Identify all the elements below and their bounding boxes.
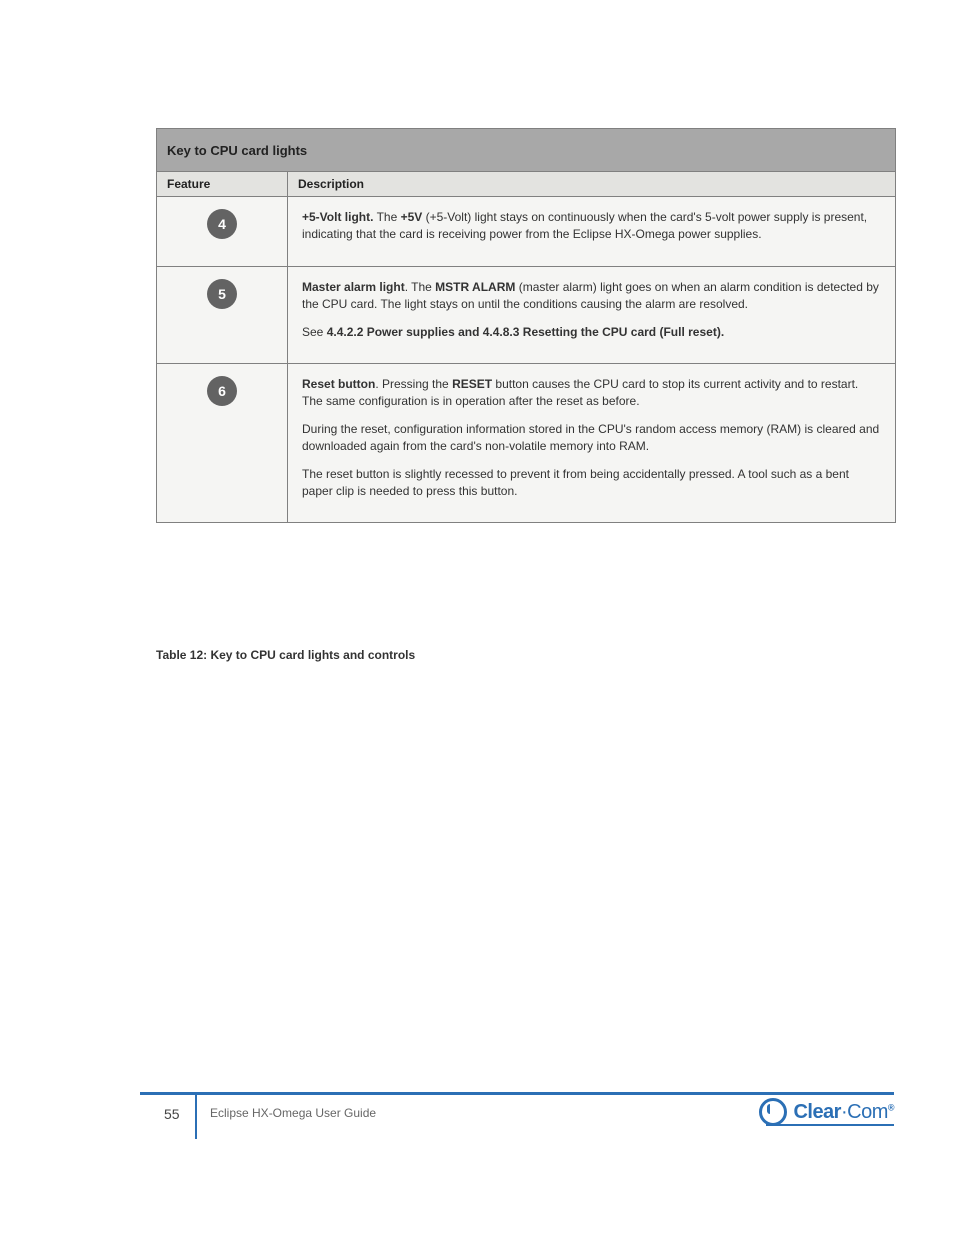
table-row: 5 Master alarm light. The MSTR ALARM (mas…: [157, 266, 896, 363]
feature-cell: 5: [157, 266, 288, 363]
feature-number-badge: 5: [207, 279, 237, 309]
brand-underline: [766, 1124, 894, 1126]
table-title: Key to CPU card lights: [157, 129, 896, 172]
description-cell: Master alarm light. The MSTR ALARM (mast…: [288, 266, 896, 363]
col-header-feature: Feature: [157, 172, 288, 197]
table-row: 6 Reset button. Pressing the RESET button…: [157, 363, 896, 522]
feature-cell: 4: [157, 197, 288, 267]
page: Key to CPU card lights Feature Descripti…: [0, 0, 954, 1235]
brand-text: Clear·Com®: [793, 1101, 894, 1124]
cpu-card-lights-table: Key to CPU card lights Feature Descripti…: [156, 128, 896, 523]
description-cell: Reset button. Pressing the RESET button …: [288, 363, 896, 522]
doc-title: Eclipse HX-Omega User Guide: [210, 1106, 376, 1120]
description-cell: +5-Volt light. The +5V (+5-Volt) light s…: [288, 197, 896, 267]
feature-number-badge: 4: [207, 209, 237, 239]
brand-icon: [759, 1098, 787, 1126]
feature-cell: 6: [157, 363, 288, 522]
col-header-description: Description: [288, 172, 896, 197]
footer-vertical-bar: [195, 1095, 197, 1139]
feature-number-badge: 6: [207, 376, 237, 406]
footer-rule: [140, 1092, 894, 1095]
brand-logo: Clear·Com®: [759, 1098, 894, 1126]
page-number: 55: [164, 1106, 180, 1122]
table-row: 4 +5-Volt light. The +5V (+5-Volt) light …: [157, 197, 896, 267]
table-caption: Table 12: Key to CPU card lights and con…: [156, 648, 896, 662]
